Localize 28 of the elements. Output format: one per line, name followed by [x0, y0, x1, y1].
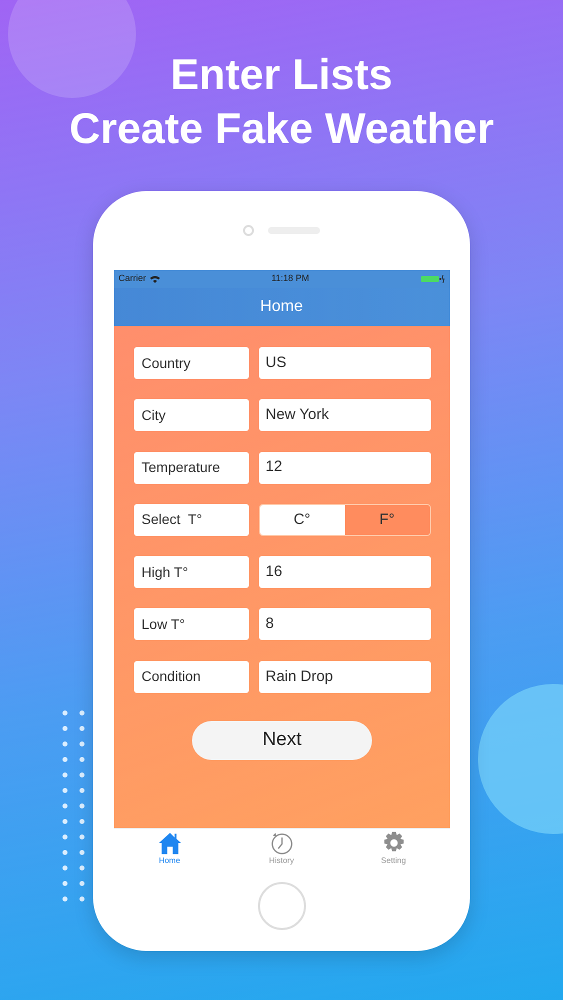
- headline-text: Create Fake Weather: [69, 105, 494, 153]
- field-label: Select T°: [134, 504, 248, 536]
- tab-bar-item[interactable]: Home: [114, 829, 226, 868]
- time-text: 11:18 PM: [271, 272, 310, 286]
- field-label: City: [134, 399, 248, 432]
- field-label: High T°: [134, 556, 248, 588]
- field-label: Temperature: [134, 452, 248, 484]
- field-label: Condition: [134, 660, 248, 693]
- segment-option[interactable]: F°: [344, 504, 430, 535]
- segment-option[interactable]: C°: [260, 504, 344, 535]
- clock-icon: [268, 831, 294, 855]
- wifi-icon: [150, 275, 160, 283]
- text-field[interactable]: 16: [258, 556, 430, 588]
- home-button[interactable]: [258, 882, 306, 930]
- carrier-text: Carrier: [118, 272, 146, 286]
- text-field[interactable]: 12: [258, 452, 430, 484]
- nav-title: Home: [260, 297, 303, 317]
- field-label: Country: [134, 347, 248, 379]
- headline-text: Enter Lists: [170, 51, 393, 99]
- text-field[interactable]: 8: [258, 608, 430, 640]
- text-field[interactable]: New York: [258, 399, 430, 432]
- battery-icon: [420, 275, 444, 283]
- home-icon: [156, 831, 182, 855]
- camera-icon: [243, 225, 254, 236]
- next-button[interactable]: Next: [192, 721, 372, 760]
- field-label: Low T°: [134, 608, 248, 640]
- text-field[interactable]: Rain Drop: [258, 660, 430, 693]
- text-field[interactable]: US: [258, 347, 430, 379]
